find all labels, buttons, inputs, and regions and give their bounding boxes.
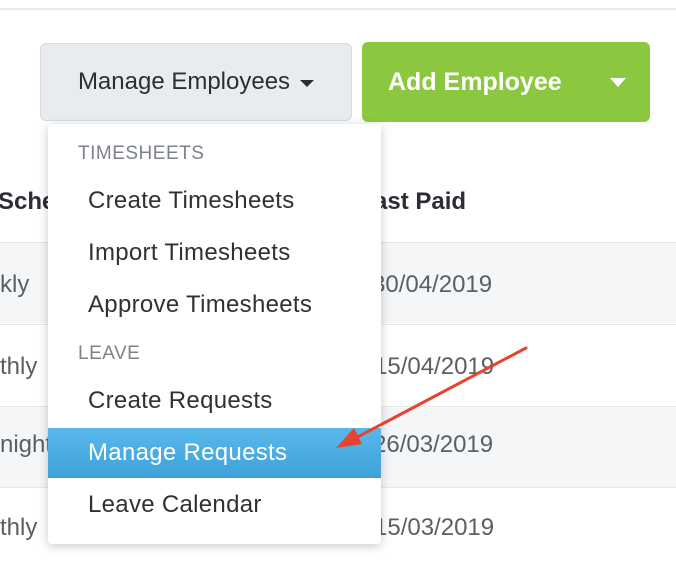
last-paid-cell: 30/04/2019 — [372, 271, 493, 298]
add-employee-dropdown-toggle[interactable] — [586, 42, 650, 122]
menu-item-create-requests[interactable]: Create Requests — [48, 376, 381, 426]
schedule-cell: thly — [0, 353, 38, 380]
menu-item-manage-requests[interactable]: Manage Requests — [48, 428, 381, 478]
chevron-down-icon — [610, 77, 626, 87]
menu-section-header-timesheets: TIMESHEETS — [78, 143, 205, 164]
manage-employees-menu: TIMESHEETS Create Timesheets Import Time… — [48, 124, 381, 544]
manage-employees-button[interactable]: Manage Employees — [40, 43, 352, 121]
schedule-cell: night — [0, 431, 53, 458]
manage-employees-label: Manage Employees — [77, 68, 291, 95]
chevron-down-icon — [300, 79, 315, 87]
schedule-cell: thly — [0, 514, 38, 541]
menu-section-header-leave: LEAVE — [78, 343, 141, 364]
menu-item-leave-calendar[interactable]: Leave Calendar — [48, 480, 381, 530]
last-paid-cell: 15/04/2019 — [374, 353, 495, 380]
add-employee-button[interactable]: Add Employee — [362, 42, 650, 122]
last-paid-cell: 26/03/2019 — [373, 431, 494, 458]
top-divider — [0, 8, 676, 10]
add-employee-label: Add Employee — [388, 67, 562, 96]
column-header-last-paid[interactable]: ast Paid — [374, 188, 466, 216]
menu-item-approve-timesheets[interactable]: Approve Timesheets — [48, 280, 381, 330]
schedule-cell: kly — [0, 271, 30, 298]
menu-item-import-timesheets[interactable]: Import Timesheets — [48, 228, 381, 278]
last-paid-cell: 15/03/2019 — [374, 514, 495, 541]
menu-item-create-timesheets[interactable]: Create Timesheets — [48, 176, 381, 226]
